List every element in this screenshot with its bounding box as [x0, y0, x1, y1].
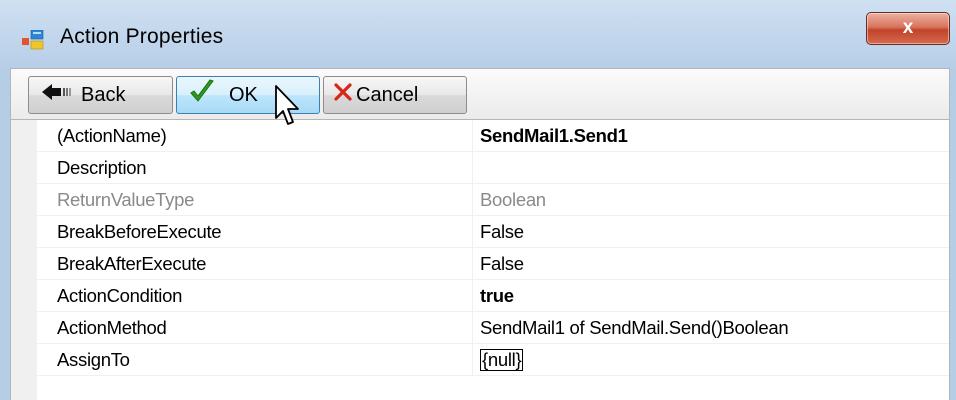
close-icon: x: [902, 17, 914, 38]
property-name: AssignTo: [37, 344, 473, 375]
cancel-button[interactable]: Cancel: [323, 76, 467, 114]
property-value[interactable]: true: [473, 280, 956, 311]
green-check-icon: [189, 79, 215, 111]
red-x-icon: [333, 82, 353, 108]
back-button-label: Back: [81, 83, 126, 106]
property-row[interactable]: BreakBeforeExecute False: [37, 216, 949, 248]
property-row[interactable]: (ActionName) SendMail1.Send1: [37, 120, 949, 152]
property-row[interactable]: ActionCondition true: [37, 280, 949, 312]
property-value[interactable]: False: [473, 216, 956, 247]
property-name: ActionCondition: [37, 280, 473, 311]
property-name: BreakAfterExecute: [37, 248, 473, 279]
property-row[interactable]: AssignTo {null}: [37, 344, 949, 376]
window-title: Action Properties: [60, 25, 224, 48]
property-value[interactable]: False: [473, 248, 956, 279]
property-name: BreakBeforeExecute: [37, 216, 473, 247]
property-row[interactable]: ActionMethod SendMail1 of SendMail.Send(…: [37, 312, 949, 344]
action-properties-window: Action Properties x Back OK Cancel (Acti…: [0, 0, 956, 400]
close-button[interactable]: x: [866, 12, 950, 45]
assign-to-value[interactable]: {null}: [480, 349, 524, 371]
mouse-pointer-icon: [273, 84, 303, 132]
property-value[interactable]: SendMail1.Send1: [473, 120, 956, 151]
property-value[interactable]: SendMail1 of SendMail.Send()Boolean: [473, 312, 956, 343]
property-name: (ActionName): [37, 120, 473, 151]
property-value-cell[interactable]: {null}: [473, 344, 956, 375]
title-bar[interactable]: Action Properties x: [0, 0, 956, 68]
property-name: Description: [37, 152, 473, 183]
property-name: ReturnValueType: [37, 184, 473, 215]
ok-button-label: OK: [229, 83, 258, 106]
property-row[interactable]: ReturnValueType Boolean: [37, 184, 949, 216]
property-value[interactable]: [473, 152, 956, 183]
cancel-button-label: Cancel: [356, 83, 419, 106]
back-button[interactable]: Back: [28, 76, 173, 114]
property-value: Boolean: [480, 189, 546, 210]
toolbar: Back OK Cancel: [10, 68, 950, 120]
property-grid: (ActionName) SendMail1.Send1 Description…: [10, 120, 950, 400]
grid-gutter: [11, 120, 37, 400]
property-row[interactable]: BreakAfterExecute False: [37, 248, 949, 280]
properties-window-icon: [22, 29, 44, 50]
property-row[interactable]: Description: [37, 152, 949, 184]
back-arrow-icon: [41, 82, 73, 108]
property-name: ActionMethod: [37, 312, 473, 343]
